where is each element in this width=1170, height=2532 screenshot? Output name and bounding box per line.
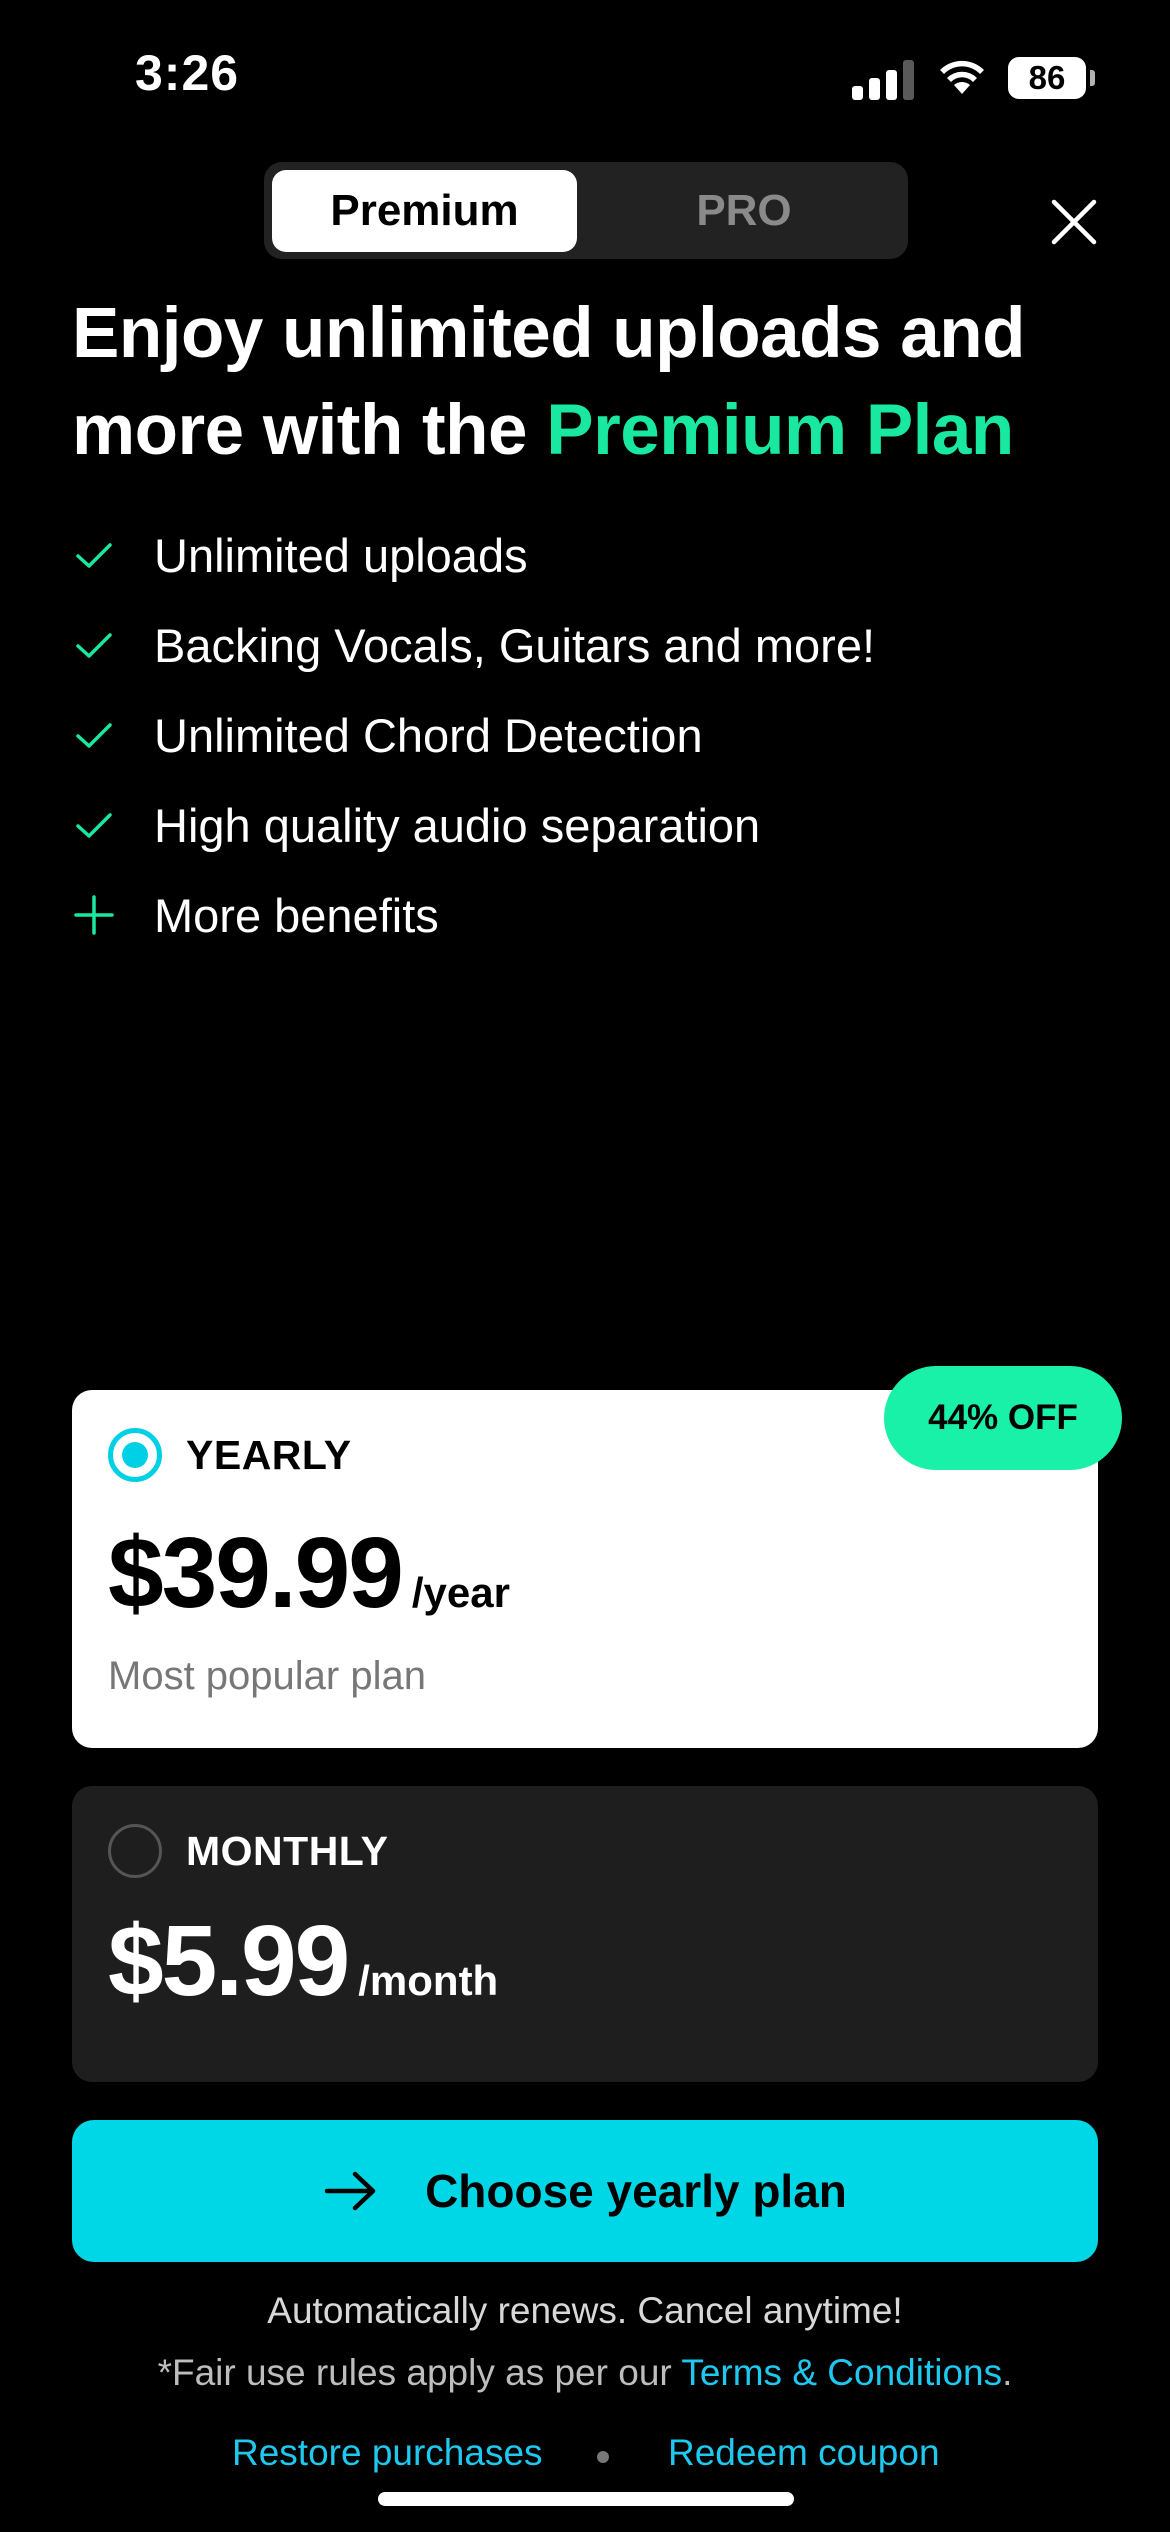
monthly-plan-card[interactable]: MONTHLY $5.99/month	[72, 1786, 1098, 2082]
terms-conditions-link[interactable]: Terms & Conditions	[681, 2352, 1002, 2393]
yearly-plan-name: YEARLY	[186, 1432, 352, 1478]
headline-line-1: Enjoy unlimited uploads and	[72, 294, 1025, 373]
benefit-item: Backing Vocals, Guitars and more!	[72, 600, 1092, 690]
page-headline: Enjoy unlimited uploads and more with th…	[72, 285, 1112, 479]
status-time: 3:26	[135, 45, 240, 101]
segment-premium[interactable]: Premium	[272, 170, 577, 252]
home-indicator[interactable]	[378, 2492, 794, 2506]
benefit-item: High quality audio separation	[72, 780, 1092, 870]
benefit-label: More benefits	[154, 888, 439, 942]
headline-accent: Premium Plan	[546, 391, 1014, 470]
renewal-notice: Automatically renews. Cancel anytime!	[267, 2290, 903, 2331]
arrow-right-icon	[324, 2171, 376, 2211]
battery-tip	[1090, 70, 1095, 86]
yearly-price: $39.99/year	[108, 1518, 510, 1648]
choose-plan-label: Choose yearly plan	[425, 2165, 847, 2217]
monthly-radio-unselected[interactable]	[108, 1824, 162, 1878]
monthly-price-period: /month	[358, 1957, 499, 2004]
wifi-icon	[940, 60, 984, 94]
monthly-plan-name: MONTHLY	[186, 1828, 389, 1874]
monthly-price: $5.99/month	[108, 1906, 498, 2036]
benefit-item: Unlimited Chord Detection	[72, 690, 1092, 780]
fair-use-notice: *Fair use rules apply as per our Terms &…	[0, 2352, 1170, 2394]
benefit-item: Unlimited uploads	[72, 510, 1092, 600]
cellular-signal-icon	[852, 58, 914, 100]
benefits-list: Unlimited uploads Backing Vocals, Guitar…	[72, 510, 1092, 960]
yearly-radio-selected[interactable]	[108, 1428, 162, 1482]
benefit-label: Unlimited Chord Detection	[154, 708, 703, 762]
plus-icon	[74, 895, 114, 935]
benefit-label: High quality audio separation	[154, 798, 761, 852]
benefit-label: Backing Vocals, Guitars and more!	[154, 618, 876, 672]
more-benefits-button[interactable]: More benefits	[72, 870, 1092, 960]
fair-use-text: *Fair use rules apply as per our	[157, 2352, 682, 2393]
close-icon[interactable]	[1046, 194, 1102, 250]
monthly-price-amount: $5.99	[108, 1905, 350, 2017]
separator-dot	[597, 2451, 609, 2463]
check-icon	[76, 813, 112, 838]
benefit-label: Unlimited uploads	[154, 528, 528, 582]
discount-badge: 44% OFF	[884, 1366, 1122, 1470]
check-icon	[76, 633, 112, 658]
segment-pro[interactable]: PRO	[585, 170, 903, 252]
fair-use-suffix: .	[1002, 2352, 1013, 2393]
restore-purchases-link[interactable]: Restore purchases	[232, 2432, 543, 2474]
redeem-coupon-link[interactable]: Redeem coupon	[668, 2432, 940, 2474]
choose-plan-button[interactable]: Choose yearly plan	[72, 2120, 1098, 2262]
battery-icon: 86	[1008, 57, 1086, 99]
check-icon	[76, 543, 112, 568]
check-icon	[76, 723, 112, 748]
headline-line-2-prefix: more with the	[72, 391, 547, 470]
headline-line-2: more with the Premium Plan	[72, 382, 1112, 479]
yearly-plan-subtitle: Most popular plan	[108, 1654, 426, 1698]
yearly-price-amount: $39.99	[108, 1517, 404, 1629]
yearly-price-period: /year	[411, 1569, 510, 1616]
